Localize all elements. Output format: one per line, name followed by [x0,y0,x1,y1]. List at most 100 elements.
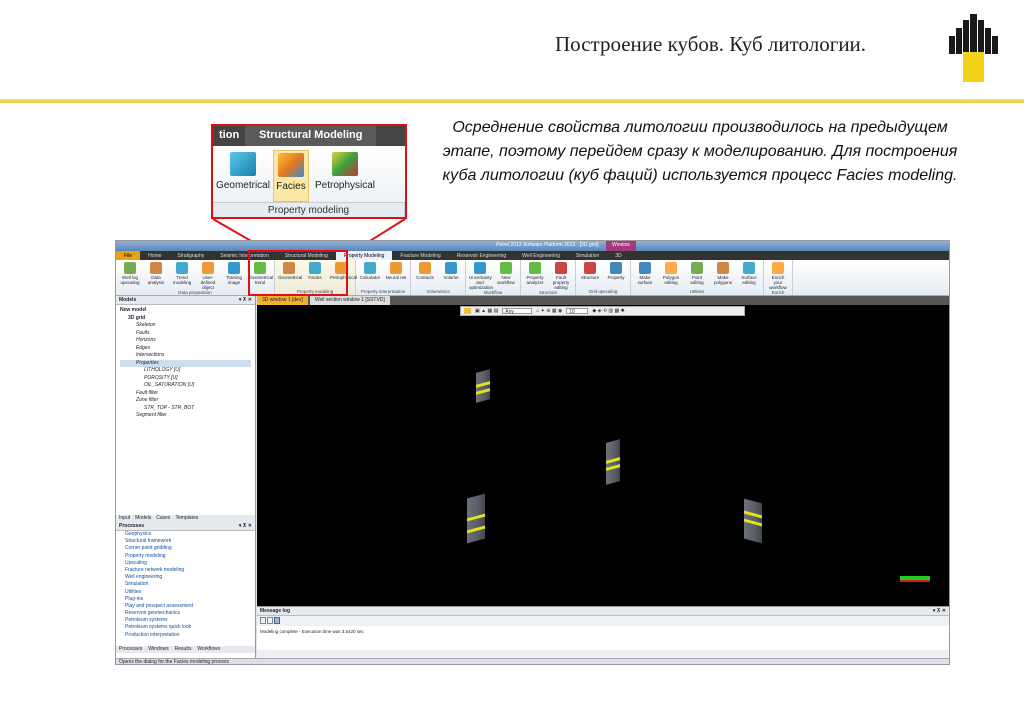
process-item[interactable]: Structural framework [116,538,255,545]
process-item[interactable]: Play and prospect assessment [116,603,255,610]
ribbon-button[interactable]: Make surface [634,261,656,289]
tree-item[interactable]: Zone filter [120,397,251,405]
facies-icon [278,153,304,177]
ribbon-button[interactable]: Contacts [414,261,436,289]
ribbon-zoom-inset: tion Structural Modeling Geometrical Faci… [211,124,407,219]
tab-workflows[interactable]: Workflows [197,646,220,653]
tab-windows[interactable]: Windows [148,646,168,653]
process-item[interactable]: Utilities [116,589,255,596]
tab-3d-window[interactable]: 3D window 1 [dev] [257,296,308,305]
tab-processes[interactable]: Processes [119,646,142,653]
tab-models[interactable]: Models [135,515,151,522]
tool-icon [228,262,240,274]
left-tabs: Input Models Cases Templates [116,515,255,522]
process-item[interactable]: Petroleum systems [116,617,255,624]
ribbon-button[interactable]: Make polygons [712,261,734,289]
models-tree: New model 3D grid Skeleton Faults Horizons Ed… [116,305,255,515]
tree-item[interactable]: Faults [120,330,251,338]
zoom-dropdown[interactable]: 10 [566,308,589,315]
ribbon-button[interactable]: New workflow [495,261,517,290]
process-item[interactable]: Petroleum systems quick look [116,624,255,631]
ribbon-button[interactable]: Uncertainty and optimization [469,261,493,290]
ribbon-button[interactable]: Calculator [359,261,381,289]
group-label: Property modeling [213,202,405,217]
process-item[interactable]: Corner point gridding [116,545,255,552]
tab-cases[interactable]: Cases [156,515,170,522]
tab-prev[interactable]: tion [213,126,245,146]
tool-icon [691,262,703,274]
ribbon-button[interactable]: Fault property editing [550,261,572,290]
ribbon-group-label: Volumetrics [426,289,450,294]
ribbon-button[interactable]: Property [605,261,627,289]
process-item[interactable]: Simulation [116,581,255,588]
left-panel: Models ▾ ⊼ ✕ New model 3D grid Skeleton Faul… [116,296,256,660]
tree-item[interactable]: OIL_SATURATION [U] [120,382,251,390]
ribbon-button[interactable]: Surface editing [738,261,760,289]
process-item[interactable]: Upscaling [116,560,255,567]
ribbon-button[interactable]: Point editing [686,261,708,289]
tab-fracture[interactable]: Fracture Modeling [392,251,448,260]
ribbon-button[interactable]: Property analyzer [524,261,546,290]
log-button[interactable] [267,617,273,624]
tree-item[interactable]: Segment filter [120,412,251,420]
log-button[interactable] [260,617,266,624]
petrophysical-button[interactable]: Petrophysical [309,150,381,202]
filter-dropdown[interactable]: Any [502,308,533,315]
ribbon-group-label: Workflow [483,290,503,295]
tool-icon [610,262,622,274]
tab-simulation[interactable]: Simulation [568,251,607,260]
ribbon-button[interactable]: Neural net [385,261,407,289]
tree-item[interactable]: New model [120,307,251,315]
process-item[interactable]: Property modeling [116,553,255,560]
tab-stratigraphy[interactable]: Stratigraphy [169,251,212,260]
tab-input[interactable]: Input [119,515,130,522]
ribbon-button[interactable]: Training image [223,261,245,290]
facies-cube [606,439,620,485]
process-item[interactable]: Reservoir geomechanics [116,610,255,617]
3d-viewport[interactable]: 3D window 1 [dev] Well section window 1 [… [257,296,949,606]
process-item[interactable]: Production interpretation [116,632,255,639]
tree-item[interactable]: POROSITY [U] [120,375,251,383]
log-button[interactable] [274,617,280,624]
tab-templates[interactable]: Templates [175,515,198,522]
tab-well-section[interactable]: Well section window 1 [SSTVD] [309,296,390,305]
tab-results[interactable]: Results [175,646,192,653]
slide-title: Построение кубов. Куб литологии. [555,32,867,56]
tree-item[interactable]: Edges [120,345,251,353]
tab-3d[interactable]: 3D [607,251,629,260]
tool-icon [124,262,136,274]
tree-item[interactable]: Skeleton [120,322,251,330]
facies-cube [476,369,490,403]
tree-item[interactable]: STR_TOP - STR_BOT [120,405,251,413]
process-item[interactable]: Fracture network modeling [116,567,255,574]
ribbon-button[interactable]: Structure [579,261,601,289]
window-tab[interactable]: Window [606,241,636,251]
tree-item[interactable]: Properties [120,359,251,367]
tree-item[interactable]: Fault filter [120,390,251,398]
tab-file[interactable]: File [116,251,141,260]
ribbon-button[interactable]: Enrich your workflow [767,261,789,290]
tree-item[interactable]: Intersections [120,352,251,360]
tab-structural-modeling[interactable]: Structural Modeling [245,126,377,146]
process-item[interactable]: Geophysics [116,531,255,538]
tool-icon [717,262,729,274]
ribbon-button[interactable]: Polygon editing [660,261,682,289]
company-logo [949,14,998,82]
facies-button[interactable]: Facies [273,150,309,202]
ribbon-button[interactable]: Data analysis [145,261,167,290]
geometrical-button[interactable]: Geometrical [213,150,273,202]
tab-home[interactable]: Home [140,251,169,260]
ribbon-button[interactable]: User-defined object [197,261,219,290]
select-icon[interactable] [464,308,471,314]
process-item[interactable]: Well engineering [116,574,255,581]
ribbon-button[interactable]: Trend modeling [171,261,193,290]
ribbon-button[interactable]: Well log upscaling [119,261,141,290]
process-item[interactable]: Plug-ins [116,596,255,603]
tab-reservoir[interactable]: Reservoir Engineering [449,251,514,260]
tab-well-engineering[interactable]: Well Engineering [514,251,568,260]
tree-item[interactable]: 3D grid [120,315,251,323]
tool-icon [555,262,567,274]
tree-item[interactable]: LITHOLOGY [U] [120,367,251,375]
tree-item[interactable]: Horizons [120,337,251,345]
ribbon-button[interactable]: Volume [440,261,462,289]
